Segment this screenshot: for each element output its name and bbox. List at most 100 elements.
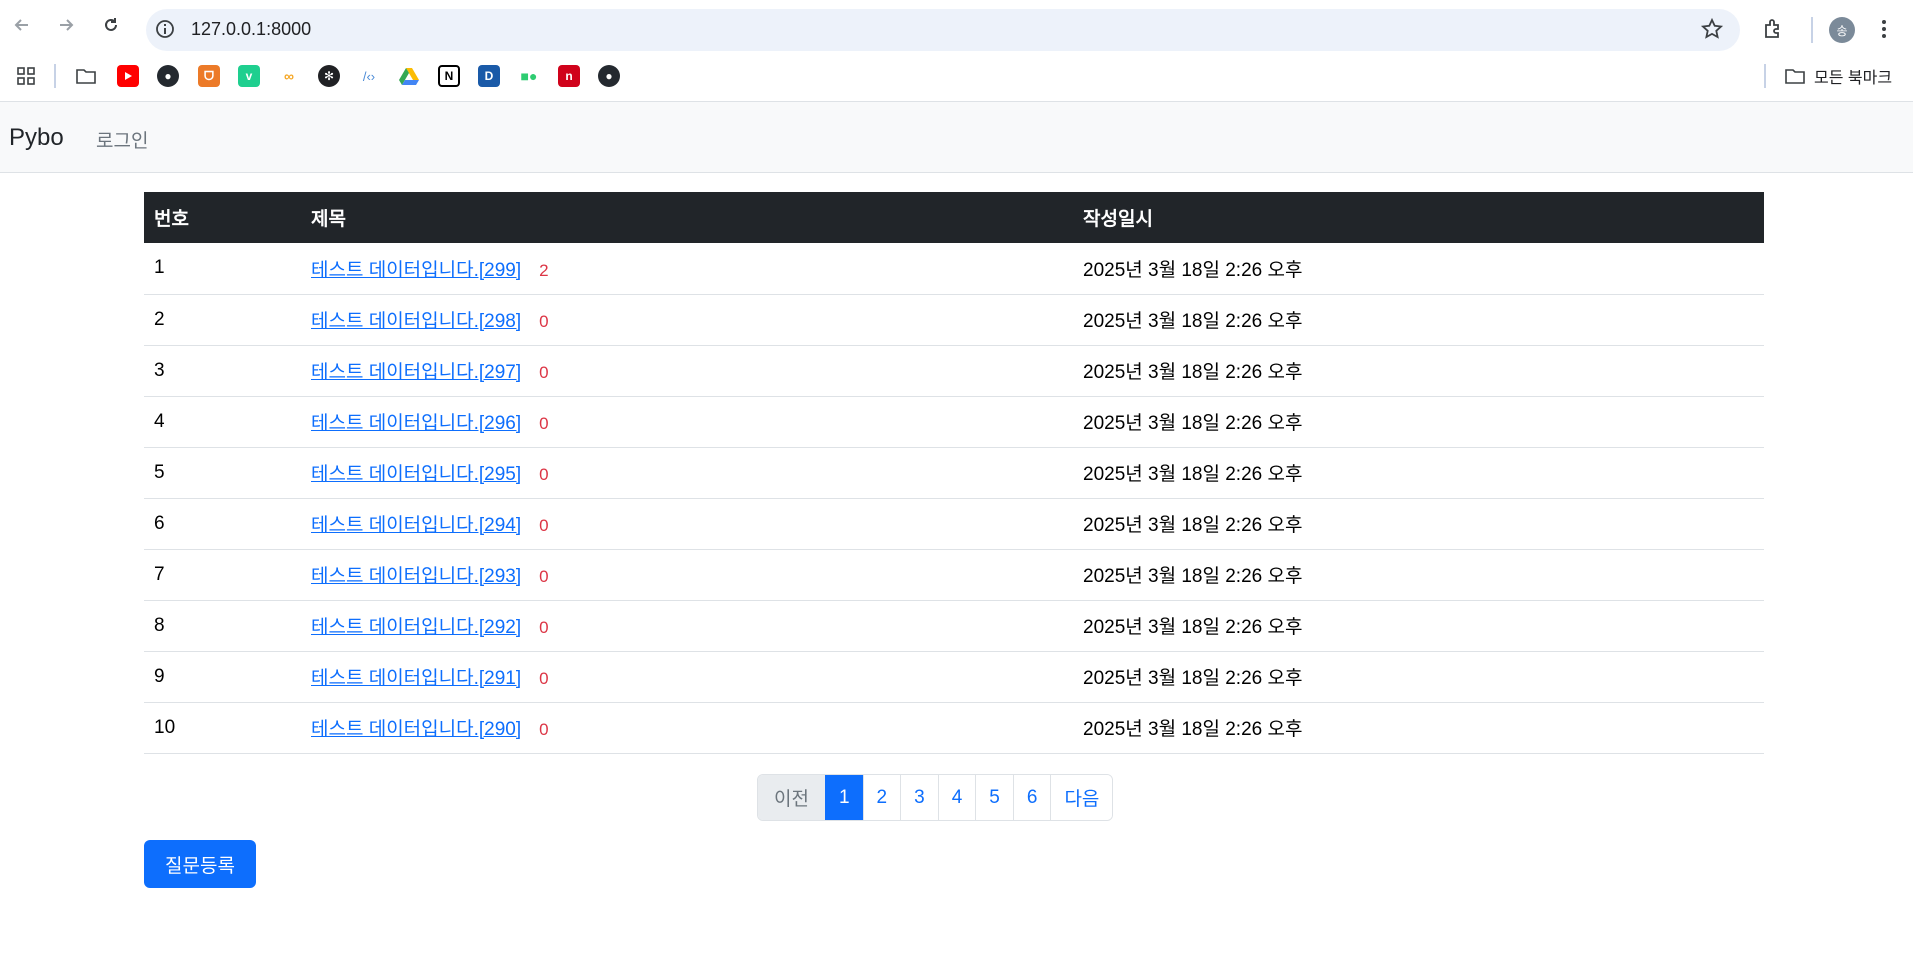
folder-icon bbox=[1785, 69, 1805, 84]
answer-count: 0 bbox=[539, 363, 549, 382]
header-number: 번호 bbox=[144, 192, 301, 243]
pagination: 이전 1 2 3 4 5 6 다음 bbox=[757, 774, 1114, 821]
row-title-cell: 테스트 데이터입니다.[295] 0 bbox=[301, 447, 1073, 499]
row-title-cell: 테스트 데이터입니다.[299] 2 bbox=[301, 243, 1073, 295]
answer-count: 0 bbox=[539, 618, 549, 637]
d-icon[interactable]: D bbox=[478, 65, 500, 87]
page-1-button[interactable]: 1 bbox=[824, 775, 863, 820]
row-number: 8 bbox=[144, 600, 301, 652]
url-text[interactable]: 127.0.0.1:8000 bbox=[191, 19, 311, 40]
question-link[interactable]: 테스트 데이터입니다.[294] bbox=[311, 515, 521, 536]
profile-avatar[interactable]: 송 bbox=[1829, 17, 1855, 43]
forward-icon[interactable] bbox=[51, 10, 81, 40]
question-table: 번호 제목 작성일시 1 테스트 데이터입니다.[299] 2 2025년 3월 … bbox=[144, 192, 1764, 754]
table-row: 7 테스트 데이터입니다.[293] 0 2025년 3월 18일 2:26 오후 bbox=[144, 549, 1764, 601]
github2-icon[interactable]: ● bbox=[598, 65, 620, 87]
question-link[interactable]: 테스트 데이터입니다.[293] bbox=[311, 566, 521, 587]
address-bar[interactable] bbox=[146, 9, 1740, 51]
answer-count: 0 bbox=[539, 465, 549, 484]
v-icon[interactable]: v bbox=[238, 65, 260, 87]
drive-icon[interactable] bbox=[398, 65, 420, 87]
row-title-cell: 테스트 데이터입니다.[294] 0 bbox=[301, 498, 1073, 550]
table-row: 2 테스트 데이터입니다.[298] 0 2025년 3월 18일 2:26 오후 bbox=[144, 294, 1764, 346]
extensions-icon[interactable] bbox=[1761, 17, 1785, 46]
row-date: 2025년 3월 18일 2:26 오후 bbox=[1073, 447, 1764, 499]
row-date: 2025년 3월 18일 2:26 오후 bbox=[1073, 345, 1764, 397]
question-link[interactable]: 테스트 데이터입니다.[292] bbox=[311, 617, 521, 638]
table-row: 3 테스트 데이터입니다.[297] 0 2025년 3월 18일 2:26 오후 bbox=[144, 345, 1764, 397]
row-date: 2025년 3월 18일 2:26 오후 bbox=[1073, 294, 1764, 346]
page-6-button[interactable]: 6 bbox=[1012, 775, 1051, 820]
all-bookmarks-label[interactable]: 모든 북마크 bbox=[1814, 64, 1892, 88]
bookmark-separator bbox=[54, 64, 56, 88]
page-3-button[interactable]: 3 bbox=[900, 775, 938, 820]
question-link[interactable]: 테스트 데이터입니다.[299] bbox=[311, 260, 521, 281]
question-link[interactable]: 테스트 데이터입니다.[297] bbox=[311, 362, 521, 383]
apps-grid-icon[interactable] bbox=[15, 65, 37, 87]
openai-icon[interactable]: ✻ bbox=[318, 65, 340, 87]
prev-page-button: 이전 bbox=[758, 775, 825, 820]
table-row: 1 테스트 데이터입니다.[299] 2 2025년 3월 18일 2:26 오후 bbox=[144, 243, 1764, 295]
row-title-cell: 테스트 데이터입니다.[298] 0 bbox=[301, 294, 1073, 346]
brand-link[interactable]: Pybo bbox=[9, 124, 64, 152]
toolbar-separator bbox=[1811, 17, 1813, 43]
question-link[interactable]: 테스트 데이터입니다.[298] bbox=[311, 311, 521, 332]
table-header-row: 번호 제목 작성일시 bbox=[144, 192, 1764, 243]
row-title-cell: 테스트 데이터입니다.[293] 0 bbox=[301, 549, 1073, 601]
row-title-cell: 테스트 데이터입니다.[290] 0 bbox=[301, 702, 1073, 754]
notion-icon[interactable]: N bbox=[438, 65, 460, 87]
site-navbar: Pybo 로그인 bbox=[0, 101, 1913, 173]
bookmark-star-icon[interactable] bbox=[1700, 17, 1724, 46]
co-icon[interactable]: ∞ bbox=[278, 65, 300, 87]
table-row: 5 테스트 데이터입니다.[295] 0 2025년 3월 18일 2:26 오후 bbox=[144, 447, 1764, 499]
row-title-cell: 테스트 데이터입니다.[297] 0 bbox=[301, 345, 1073, 397]
page-5-button[interactable]: 5 bbox=[975, 775, 1013, 820]
create-question-button[interactable]: 질문등록 bbox=[144, 840, 256, 888]
row-number: 10 bbox=[144, 702, 301, 754]
dots-icon[interactable]: ■● bbox=[518, 65, 540, 87]
row-title-cell: 테스트 데이터입니다.[291] 0 bbox=[301, 651, 1073, 703]
next-page-button[interactable]: 다음 bbox=[1050, 775, 1113, 820]
browser-menu-icon[interactable] bbox=[1880, 17, 1888, 46]
login-link[interactable]: 로그인 bbox=[96, 126, 148, 153]
site-info-icon[interactable] bbox=[155, 19, 175, 39]
row-date: 2025년 3월 18일 2:26 오후 bbox=[1073, 498, 1764, 550]
n-icon[interactable]: n bbox=[558, 65, 580, 87]
table-row: 4 테스트 데이터입니다.[296] 0 2025년 3월 18일 2:26 오후 bbox=[144, 396, 1764, 448]
page-2-button[interactable]: 2 bbox=[862, 775, 901, 820]
all-bookmarks[interactable]: 모든 북마크 bbox=[1784, 64, 1892, 88]
answer-count: 0 bbox=[539, 720, 549, 739]
table-row: 10 테스트 데이터입니다.[290] 0 2025년 3월 18일 2:26 오… bbox=[144, 702, 1764, 754]
question-link[interactable]: 테스트 데이터입니다.[291] bbox=[311, 668, 521, 689]
reload-icon[interactable] bbox=[96, 10, 126, 40]
fox-icon[interactable]: ᗜ bbox=[198, 65, 220, 87]
row-date: 2025년 3월 18일 2:26 오후 bbox=[1073, 600, 1764, 652]
answer-count: 2 bbox=[539, 260, 549, 280]
row-title-cell: 테스트 데이터입니다.[296] 0 bbox=[301, 396, 1073, 448]
row-number: 4 bbox=[144, 396, 301, 448]
github-icon[interactable]: ● bbox=[157, 65, 179, 87]
row-number: 1 bbox=[144, 243, 301, 295]
row-number: 9 bbox=[144, 651, 301, 703]
page-4-button[interactable]: 4 bbox=[937, 775, 976, 820]
question-list: 번호 제목 작성일시 1 테스트 데이터입니다.[299] 2 2025년 3월 … bbox=[144, 192, 1764, 754]
answer-count: 0 bbox=[539, 312, 549, 331]
folder-icon[interactable] bbox=[75, 65, 97, 87]
table-row: 8 테스트 데이터입니다.[292] 0 2025년 3월 18일 2:26 오후 bbox=[144, 600, 1764, 652]
row-number: 6 bbox=[144, 498, 301, 550]
row-number: 5 bbox=[144, 447, 301, 499]
youtube-icon[interactable] bbox=[117, 65, 139, 87]
row-date: 2025년 3월 18일 2:26 오후 bbox=[1073, 702, 1764, 754]
back-icon[interactable] bbox=[7, 10, 37, 40]
table-row: 6 테스트 데이터입니다.[294] 0 2025년 3월 18일 2:26 오후 bbox=[144, 498, 1764, 550]
question-link[interactable]: 테스트 데이터입니다.[295] bbox=[311, 464, 521, 485]
header-title: 제목 bbox=[301, 192, 1073, 243]
code-icon[interactable]: /‹› bbox=[358, 65, 380, 87]
answer-count: 0 bbox=[539, 567, 549, 586]
answer-count: 0 bbox=[539, 516, 549, 535]
row-number: 7 bbox=[144, 549, 301, 601]
question-link[interactable]: 테스트 데이터입니다.[290] bbox=[311, 719, 521, 740]
header-date: 작성일시 bbox=[1073, 192, 1764, 243]
question-link[interactable]: 테스트 데이터입니다.[296] bbox=[311, 413, 521, 434]
row-date: 2025년 3월 18일 2:26 오후 bbox=[1073, 651, 1764, 703]
